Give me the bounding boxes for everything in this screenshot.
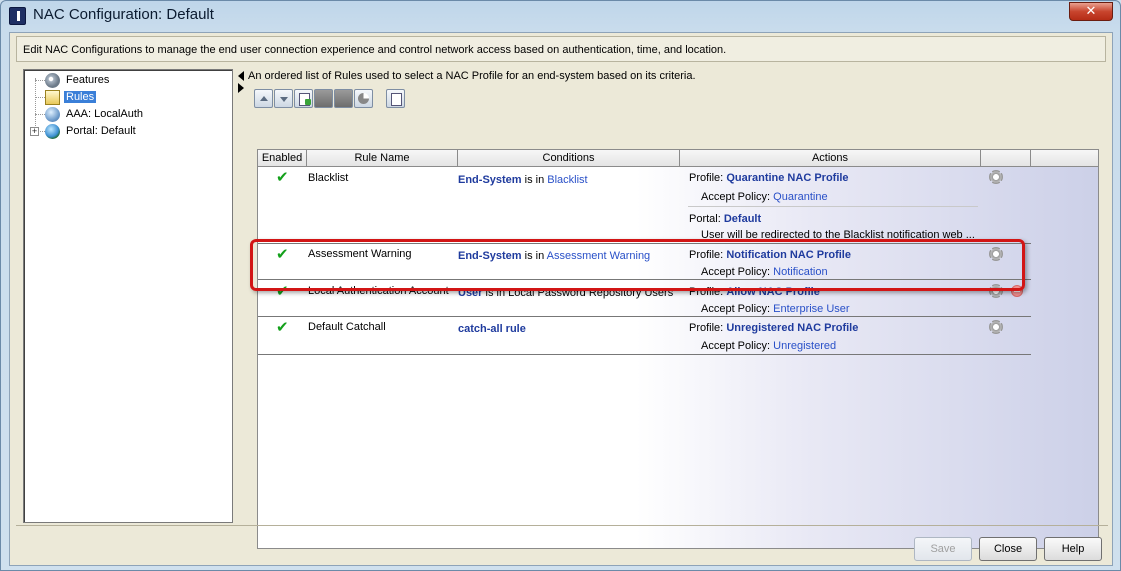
rules-table: Enabled Rule Name Conditions Actions ✔ B… — [257, 149, 1099, 549]
save-button[interactable]: Save — [914, 537, 972, 561]
rule-condition: End-System is in Blacklist — [458, 174, 588, 186]
highlight-annotation — [250, 239, 1025, 291]
profile-link[interactable]: Unregistered NAC Profile — [726, 322, 858, 334]
condition-subject[interactable]: End-System — [458, 174, 522, 186]
profile-label: Profile: — [689, 322, 724, 334]
policy-link[interactable]: Enterprise User — [773, 303, 849, 315]
policy-label: Accept Policy: — [701, 303, 771, 315]
tree-item-features[interactable]: Features — [24, 72, 232, 89]
profile-link[interactable]: Quarantine NAC Profile — [726, 172, 848, 184]
footer-divider — [16, 525, 1108, 526]
profile-action: Profile: Unregistered NAC Profile — [689, 322, 858, 334]
rule-condition: catch-all rule — [458, 323, 526, 335]
policy-label: Accept Policy: — [701, 191, 771, 203]
rule-settings-button[interactable] — [386, 89, 405, 108]
condition-value-link[interactable]: Blacklist — [547, 174, 587, 186]
rules-panel: An ordered list of Rules used to select … — [245, 67, 1109, 549]
column-header-enabled[interactable]: Enabled — [258, 150, 307, 167]
action-divider — [688, 206, 978, 207]
description-bar: Edit NAC Configurations to manage the en… — [16, 36, 1106, 62]
enabled-check-icon[interactable]: ✔ — [276, 170, 289, 185]
close-window-button[interactable]: ✕ — [1069, 2, 1113, 21]
gear-icon[interactable] — [989, 170, 1003, 184]
column-header-rule-name[interactable]: Rule Name — [307, 150, 458, 167]
rule-status-button[interactable] — [354, 89, 373, 108]
accept-policy-action: Accept Policy: Unregistered — [701, 340, 836, 352]
accept-policy-action: Accept Policy: Enterprise User — [701, 303, 850, 315]
aaa-icon — [45, 107, 60, 122]
move-up-button[interactable] — [254, 89, 273, 108]
tree-item-label: Portal: Default — [66, 125, 136, 137]
accept-policy-action: Accept Policy: Quarantine — [701, 191, 828, 203]
navigation-tree: Features Rules AAA: LocalAuth + Portal: … — [23, 69, 233, 523]
rules-icon — [45, 90, 60, 105]
portal-link[interactable]: Default — [724, 213, 761, 225]
edit-rule-button[interactable] — [314, 89, 333, 108]
tree-item-label: AAA: LocalAuth — [66, 108, 144, 120]
policy-link[interactable]: Quarantine — [773, 191, 827, 203]
rule-name: Blacklist — [308, 172, 349, 184]
row-divider — [258, 316, 1031, 317]
rule-name: Default Catchall — [308, 321, 386, 333]
enabled-check-icon[interactable]: ✔ — [276, 320, 289, 335]
portal-action: Portal: Default — [689, 213, 761, 225]
collapse-right-icon[interactable] — [238, 83, 244, 93]
column-header-conditions[interactable]: Conditions — [458, 150, 680, 167]
profile-label: Profile: — [689, 172, 724, 184]
column-header-options — [981, 150, 1031, 167]
tree-item-aaa[interactable]: AAA: LocalAuth — [24, 106, 232, 123]
app-icon — [9, 7, 26, 25]
tree-connector — [35, 97, 45, 98]
table-background — [258, 166, 1098, 548]
portal-label: Portal: — [689, 213, 721, 225]
tree-item-label: Rules — [64, 91, 97, 103]
title-bar[interactable]: NAC Configuration: Default ✕ — [1, 1, 1120, 31]
expand-icon[interactable]: + — [30, 127, 39, 136]
policy-label: Accept Policy: — [701, 340, 771, 352]
column-header-actions[interactable]: Actions — [680, 150, 981, 167]
rules-description: An ordered list of Rules used to select … — [248, 70, 696, 82]
collapse-left-icon[interactable] — [238, 71, 244, 81]
panel-splitter[interactable] — [237, 69, 245, 523]
condition-subject[interactable]: catch-all rule — [458, 323, 526, 335]
add-rule-button[interactable] — [294, 89, 313, 108]
copy-rule-button[interactable] — [334, 89, 353, 108]
profile-action: Profile: Quarantine NAC Profile — [689, 172, 849, 184]
close-button[interactable]: Close — [979, 537, 1037, 561]
features-icon — [45, 73, 60, 88]
portal-globe-icon — [45, 124, 60, 139]
tree-connector — [35, 114, 45, 115]
help-button[interactable]: Help — [1044, 537, 1102, 561]
row-divider — [258, 354, 1031, 355]
move-down-button[interactable] — [274, 89, 293, 108]
client-area: Edit NAC Configurations to manage the en… — [9, 32, 1113, 566]
nac-configuration-window: NAC Configuration: Default ✕ Edit NAC Co… — [0, 0, 1121, 571]
tree-item-portal[interactable]: + Portal: Default — [24, 123, 232, 140]
condition-operator: is in — [521, 174, 548, 186]
table-header: Enabled Rule Name Conditions Actions — [258, 150, 1098, 167]
tree-connector — [35, 80, 45, 81]
policy-link[interactable]: Unregistered — [773, 340, 836, 352]
gear-icon[interactable] — [989, 320, 1003, 334]
tree-item-label: Features — [66, 74, 110, 86]
window-title: NAC Configuration: Default — [33, 6, 214, 23]
tree-item-rules[interactable]: Rules — [24, 89, 232, 106]
description-text: Edit NAC Configurations to manage the en… — [23, 44, 727, 56]
